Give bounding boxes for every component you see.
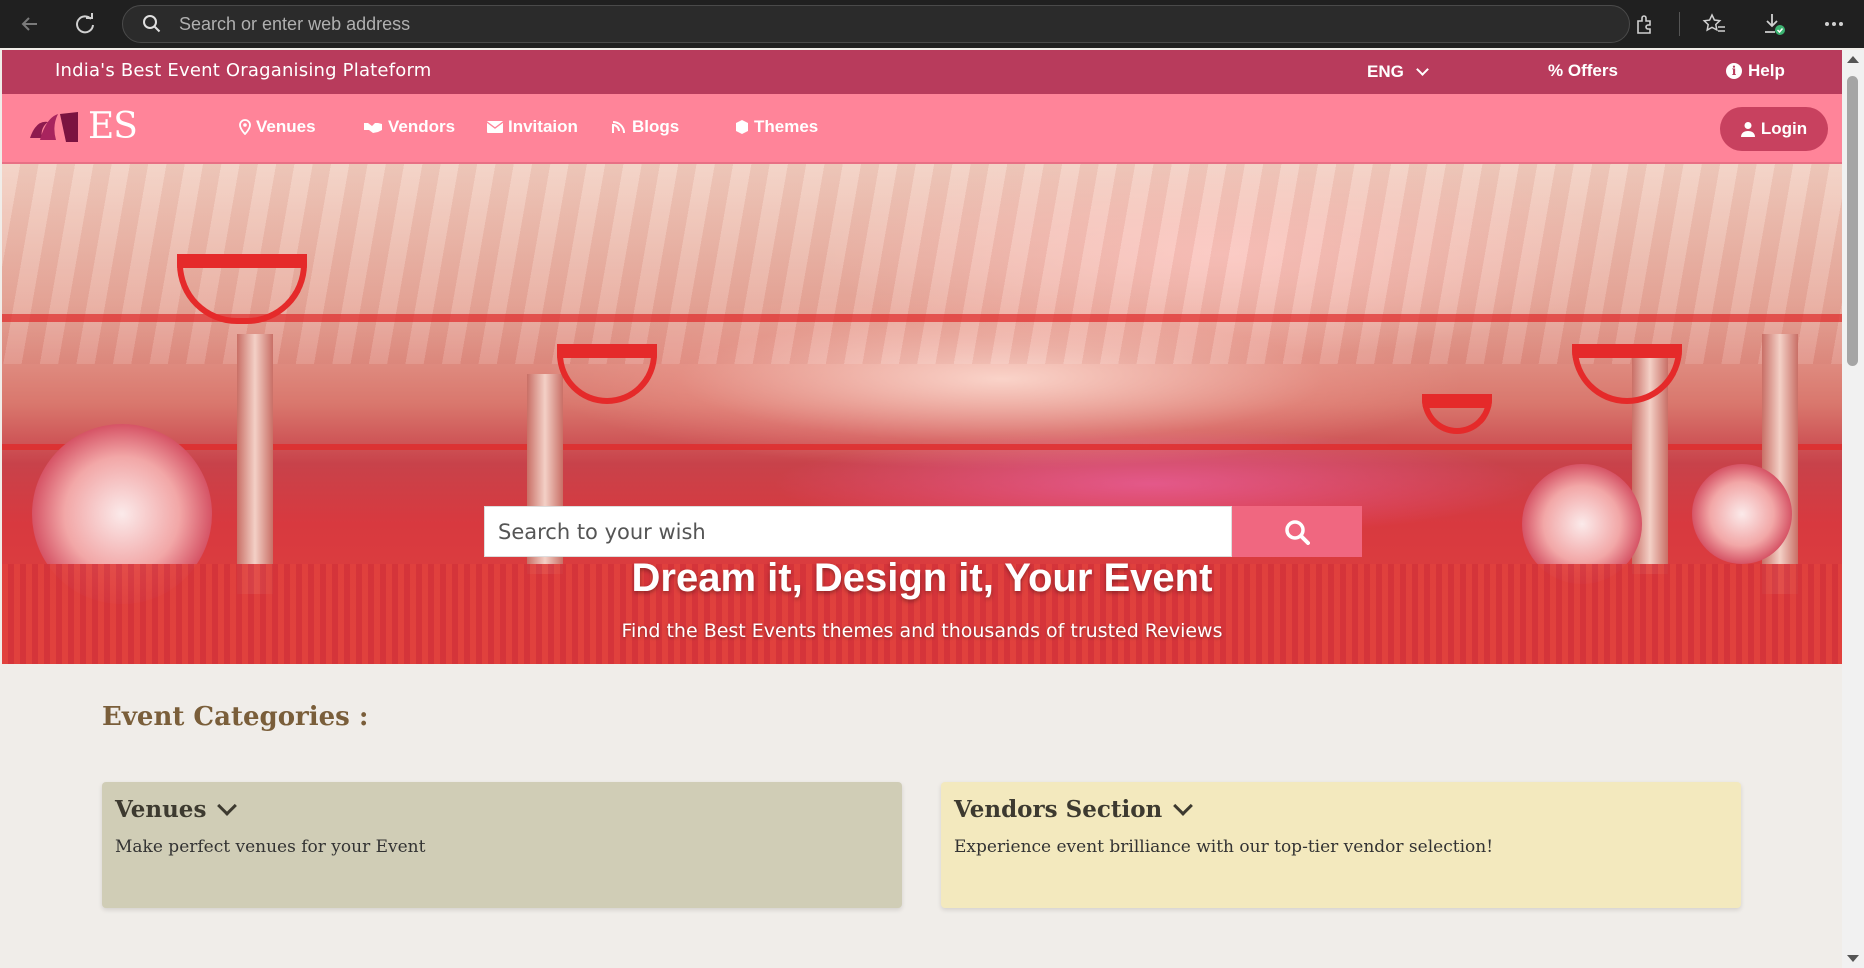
user-icon [1740,122,1755,137]
tagline: India's Best Event Oraganising Plateform [55,60,432,81]
back-button[interactable] [12,6,48,42]
blog-icon [612,121,625,134]
nav-item-label: Blogs [632,117,680,136]
downloads-icon [1765,14,1785,35]
chevron-down-icon [1415,62,1429,76]
hero-title: Dream it, Design it, Your Event [631,556,1213,600]
hero-search-input[interactable] [484,506,1232,557]
nav-item-label: Invitaion [508,117,578,136]
nav-item-label: Themes [754,117,819,136]
nav-item-vendors[interactable]: Vendors [363,117,455,137]
offers-link[interactable]: % Offers [1548,61,1618,81]
nav-item-blogs[interactable]: Blogs [611,117,679,137]
language-selector[interactable]: ENG [1367,62,1429,82]
web-page: India's Best Event Oraganising Plateform… [2,50,1842,968]
chevron-down-icon [1173,795,1194,816]
hero-pillar [237,334,273,594]
address-input[interactable] [179,13,1479,35]
hero-banner: Dream it, Design it, Your Event Find the… [2,164,1842,664]
hero-chandelier [1422,394,1492,434]
back-icon [21,17,37,31]
nav-item-label: Venues [256,117,316,136]
nav-item-venues[interactable]: Venues [239,117,316,137]
nav-item-themes[interactable]: Themes [735,117,818,137]
scroll-thumb[interactable] [1847,76,1858,366]
map-pin-icon [239,119,251,135]
event-categories-heading: Event Categories : [102,702,369,732]
hero-beam [2,444,1842,450]
card-description: Make perfect venues for your Event [115,837,426,857]
card-title[interactable]: Vendors Section [954,795,1728,823]
more-icon [1825,22,1843,26]
card-title-text: Venues [115,796,207,823]
login-button[interactable]: Login [1720,107,1828,151]
logo-text: ES [88,106,138,147]
browser-toolbar [0,0,1864,48]
help-label: Help [1748,61,1785,80]
help-link[interactable]: i Help [1726,61,1785,81]
hero-search-button[interactable] [1232,506,1362,557]
login-label: Login [1760,119,1808,138]
card-title[interactable]: Venues [115,795,889,823]
hero-search-bar [484,506,1362,557]
more-button[interactable] [1814,6,1854,42]
top-strip: India's Best Event Oraganising Plateform… [2,50,1842,94]
main-navbar: ES Venues Vendors Invitaion Blogs Themes [2,94,1842,164]
site-logo[interactable]: ES [26,106,138,147]
extensions-button[interactable] [1625,6,1665,42]
reload-icon [76,13,94,34]
card-title-text: Vendors Section [954,796,1163,823]
toolbar-separator [1679,12,1680,36]
hero-floral-arrangement [1692,464,1792,564]
hero-subtitle: Find the Best Events themes and thousand… [621,620,1223,642]
nav-item-invitation[interactable]: Invitaion [487,117,578,137]
scroll-up-arrow-icon[interactable] [1847,56,1859,63]
logo-mark-icon [30,111,78,142]
envelope-icon [487,121,503,133]
favorites-button[interactable] [1694,6,1734,42]
category-card-vendors[interactable]: Vendors Section Experience event brillia… [941,782,1741,908]
language-label: ENG [1367,62,1404,81]
handshake-icon [364,123,382,133]
hero-chandelier [557,344,657,404]
favorites-icon [1702,13,1725,32]
card-description: Experience event brilliance with our top… [954,837,1494,857]
offers-label: Offers [1567,61,1618,80]
category-card-venues[interactable]: Venues Make perfect venues for your Even… [102,782,902,908]
downloads-button[interactable] [1754,6,1794,42]
nav-item-label: Vendors [388,117,456,136]
page-scrollbar[interactable] [1842,50,1864,968]
scroll-down-arrow-icon[interactable] [1847,955,1859,962]
info-icon: i [1726,63,1742,79]
percent-icon: % [1548,61,1564,80]
extensions-icon [1637,15,1651,34]
cube-icon [736,120,748,134]
search-icon [141,13,163,35]
reload-button[interactable] [67,6,103,42]
chevron-down-icon [217,795,238,816]
search-icon [1285,519,1310,545]
address-bar[interactable] [122,5,1630,43]
